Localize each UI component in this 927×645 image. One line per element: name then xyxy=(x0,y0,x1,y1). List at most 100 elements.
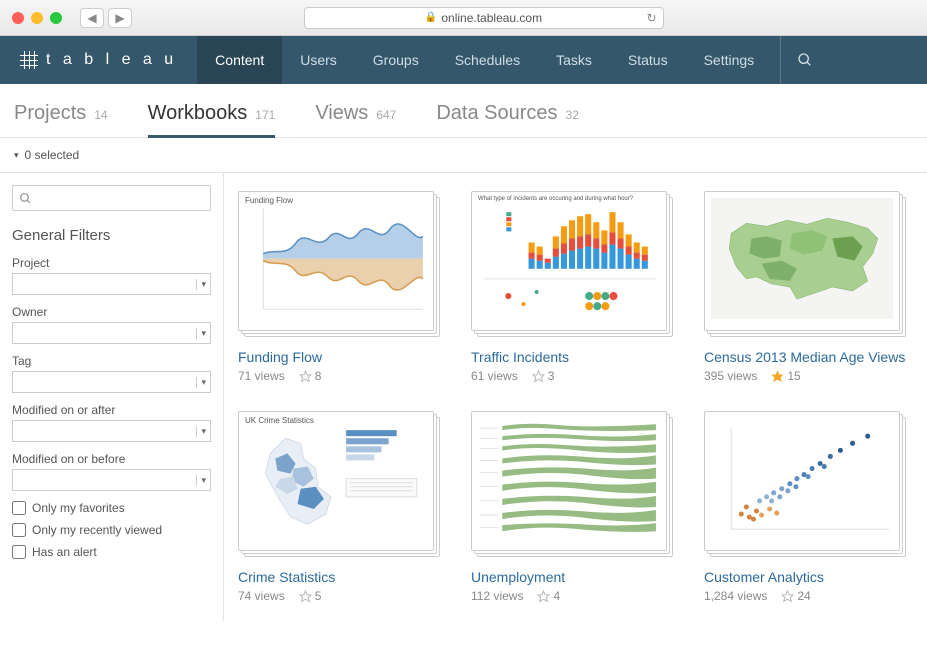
logo-icon xyxy=(20,51,38,69)
nav-settings[interactable]: Settings xyxy=(686,36,773,84)
check-alert[interactable]: Has an alert xyxy=(12,545,211,559)
check-label: Only my recently viewed xyxy=(32,523,162,537)
workbook-title[interactable]: Funding Flow xyxy=(238,349,447,365)
nav-tasks[interactable]: Tasks xyxy=(538,36,610,84)
tab-count: 32 xyxy=(566,108,579,122)
workbook-thumbnail[interactable]: Funding Flow xyxy=(238,191,447,341)
workbook-title[interactable]: Census 2013 Median Age Views xyxy=(704,349,913,365)
sidebar: General Filters Project ▾ Owner ▾ Tag ▾ … xyxy=(0,173,224,621)
workbook-thumbnail[interactable] xyxy=(704,411,913,561)
tab-count: 647 xyxy=(376,108,396,122)
nav-search[interactable] xyxy=(780,36,829,84)
workbook-title[interactable]: Unemployment xyxy=(471,569,680,585)
maximize-window-icon[interactable] xyxy=(50,12,62,24)
tab-label: Views xyxy=(315,102,368,125)
workbook-card[interactable]: Census 2013 Median Age Views 395 views 1… xyxy=(704,191,913,383)
workbook-card[interactable]: Unemployment 112 views 4 xyxy=(471,411,680,603)
filter-label-mod-before: Modified on or before xyxy=(12,452,211,466)
filter-label-mod-after: Modified on or after xyxy=(12,403,211,417)
filter-mod-before[interactable]: ▾ xyxy=(12,469,211,491)
filter-tag[interactable]: ▾ xyxy=(12,371,211,393)
search-icon xyxy=(797,52,813,68)
star-count[interactable]: 8 xyxy=(299,369,322,383)
star-count[interactable]: 15 xyxy=(771,369,800,383)
chart-preview-icon xyxy=(711,418,893,539)
minimize-window-icon[interactable] xyxy=(31,12,43,24)
sidebar-search[interactable] xyxy=(12,185,211,211)
workbook-views: 61 views xyxy=(471,369,518,383)
star-count[interactable]: 24 xyxy=(781,589,810,603)
tab-workbooks[interactable]: Workbooks 171 xyxy=(148,102,276,137)
url-bar[interactable]: 🔒 online.tableau.com ↻ xyxy=(304,7,664,29)
workbook-views: 1,284 views xyxy=(704,589,767,603)
top-nav: t a b l e a u Content Users Groups Sched… xyxy=(0,36,927,84)
chart-preview-icon xyxy=(245,198,427,319)
star-count[interactable]: 3 xyxy=(532,369,555,383)
back-button[interactable]: ◀ xyxy=(80,8,104,28)
filter-label-tag: Tag xyxy=(12,354,211,368)
filter-owner[interactable]: ▾ xyxy=(12,322,211,344)
tab-label: Data Sources xyxy=(436,102,557,125)
reload-icon[interactable]: ↻ xyxy=(646,11,656,25)
subtabs: Projects 14 Workbooks 171 Views 647 Data… xyxy=(0,84,927,138)
tab-datasources[interactable]: Data Sources 32 xyxy=(436,102,579,137)
logo[interactable]: t a b l e a u xyxy=(0,36,197,84)
forward-button[interactable]: ▶ xyxy=(108,8,132,28)
workbook-thumbnail[interactable]: What type of incidents are occuring and … xyxy=(471,191,680,341)
brand-text: t a b l e a u xyxy=(46,51,177,69)
tab-count: 171 xyxy=(255,108,275,122)
check-recent[interactable]: Only my recently viewed xyxy=(12,523,211,537)
nav-status[interactable]: Status xyxy=(610,36,686,84)
nav-groups[interactable]: Groups xyxy=(355,36,437,84)
map-preview-icon xyxy=(245,418,427,539)
workbook-title[interactable]: Traffic Incidents xyxy=(471,349,680,365)
chart-preview-icon xyxy=(478,418,660,539)
browser-chrome: ◀ ▶ 🔒 online.tableau.com ↻ xyxy=(0,0,927,36)
workbook-title[interactable]: Customer Analytics xyxy=(704,569,913,585)
star-count[interactable]: 5 xyxy=(299,589,322,603)
workbook-card[interactable]: What type of incidents are occuring and … xyxy=(471,191,680,383)
tab-label: Projects xyxy=(14,102,86,125)
filter-project[interactable]: ▾ xyxy=(12,273,211,295)
checkbox[interactable] xyxy=(12,523,26,537)
search-icon xyxy=(19,192,32,205)
nav-schedules[interactable]: Schedules xyxy=(437,36,538,84)
workbook-title[interactable]: Crime Statistics xyxy=(238,569,447,585)
workbook-views: 71 views xyxy=(238,369,285,383)
star-icon xyxy=(781,590,794,603)
workbook-thumbnail[interactable] xyxy=(471,411,680,561)
tab-count: 14 xyxy=(94,108,107,122)
nav-users[interactable]: Users xyxy=(282,36,355,84)
workbook-card[interactable]: Funding Flow Funding Flow 71 views 8 xyxy=(238,191,447,383)
map-preview-icon xyxy=(711,198,893,319)
check-favorites[interactable]: Only my favorites xyxy=(12,501,211,515)
url-text: online.tableau.com xyxy=(441,11,542,25)
workbook-grid: Funding Flow Funding Flow 71 views 8 xyxy=(224,173,927,621)
check-label: Has an alert xyxy=(32,545,97,559)
chevron-down-icon: ▾ xyxy=(196,377,206,388)
tab-projects[interactable]: Projects 14 xyxy=(14,102,108,137)
workbook-card[interactable]: Customer Analytics 1,284 views 24 xyxy=(704,411,913,603)
filter-label-project: Project xyxy=(12,256,211,270)
selection-bar[interactable]: ▾ 0 selected xyxy=(0,138,927,173)
chevron-down-icon: ▾ xyxy=(196,426,206,437)
workbook-card[interactable]: UK Crime Statistics xyxy=(238,411,447,603)
workbook-views: 395 views xyxy=(704,369,757,383)
filter-mod-after[interactable]: ▾ xyxy=(12,420,211,442)
star-count[interactable]: 4 xyxy=(537,589,560,603)
selection-count: 0 selected xyxy=(25,148,80,162)
checkbox[interactable] xyxy=(12,545,26,559)
sidebar-search-input[interactable] xyxy=(38,191,204,205)
star-icon xyxy=(299,590,312,603)
checkbox[interactable] xyxy=(12,501,26,515)
browser-nav: ◀ ▶ xyxy=(80,8,132,28)
nav-content[interactable]: Content xyxy=(197,36,282,84)
close-window-icon[interactable] xyxy=(12,12,24,24)
workbook-views: 112 views xyxy=(471,589,523,603)
workbook-thumbnail[interactable]: UK Crime Statistics xyxy=(238,411,447,561)
tab-views[interactable]: Views 647 xyxy=(315,102,396,137)
workbook-views: 74 views xyxy=(238,589,285,603)
workbook-thumbnail[interactable] xyxy=(704,191,913,341)
chevron-down-icon: ▾ xyxy=(196,475,206,486)
lock-icon: 🔒 xyxy=(425,12,437,23)
